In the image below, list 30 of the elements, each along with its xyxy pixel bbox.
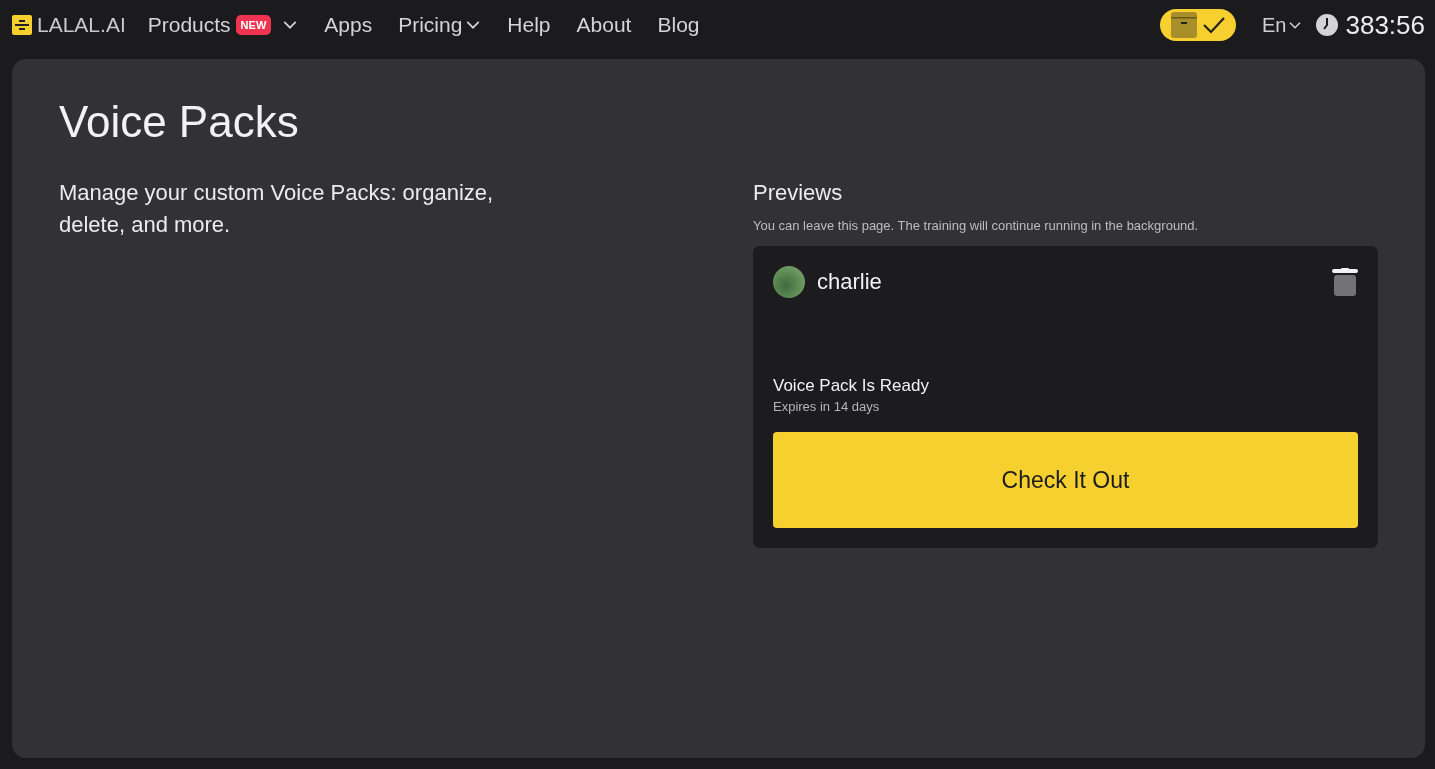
check-icon — [1201, 16, 1226, 34]
avatar-placeholder — [773, 266, 805, 298]
nav-link[interactable]: Help — [507, 13, 551, 37]
status-text: Voice Pack Is Ready — [773, 376, 929, 396]
logo[interactable]: LALAL.AI — [12, 13, 126, 37]
expiry-text: Expires in 14 days — [773, 399, 880, 414]
nav-link[interactable]: Blog — [657, 13, 700, 37]
caret-icon — [282, 20, 299, 30]
caret-icon — [465, 20, 482, 30]
timer: 383:56 — [1345, 9, 1425, 41]
page-title: Voice Packs — [59, 97, 300, 147]
box-icon — [1170, 12, 1197, 38]
nav-link[interactable]: Products NEW — [147, 13, 299, 37]
new-badge: NEW — [235, 15, 272, 35]
section-note: You can leave this page. The training will continue running in the background. — [753, 218, 1199, 233]
section-heading: Previews — [753, 180, 843, 206]
logo-text: LALAL.AI — [37, 13, 126, 37]
toggle-button[interactable] — [1160, 9, 1236, 41]
logo-icon — [12, 15, 32, 35]
delete-button[interactable] — [1332, 268, 1358, 296]
page-description: Manage your custom Voice Packs: organize, delete, and more. — [59, 179, 495, 239]
voice-pack-name: charlie — [817, 269, 882, 295]
nav-link[interactable]: Pricing — [398, 13, 482, 37]
clock-icon — [1316, 14, 1339, 36]
language-selector[interactable]: En — [1262, 13, 1303, 37]
nav-link[interactable]: Apps — [324, 13, 373, 37]
nav-link[interactable]: About — [576, 13, 632, 37]
check-it-out-button[interactable]: Check It Out — [773, 432, 1358, 528]
caret-icon — [1288, 20, 1303, 30]
trash-icon — [1332, 268, 1358, 296]
